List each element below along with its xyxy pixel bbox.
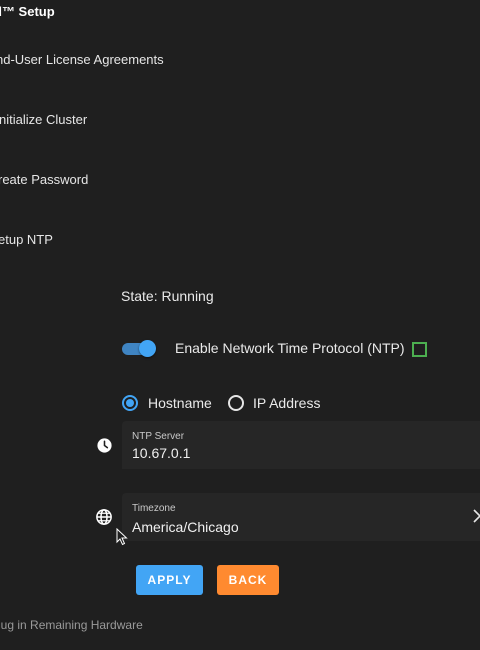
mouse-cursor-icon [116,528,128,546]
step-setup-ntp[interactable]: etup NTP [0,232,53,247]
timezone-select[interactable]: America/Chicago [132,519,239,535]
globe-icon [95,508,113,526]
back-button[interactable]: BACK [217,565,279,595]
step-create-password[interactable]: reate Password [0,172,88,187]
timezone-label: Timezone [132,503,176,514]
step-initialize-cluster[interactable]: nitialize Cluster [0,112,87,127]
step-plug-in-hardware[interactable]: lug in Remaining Hardware [0,618,143,632]
radio-hostname[interactable] [122,395,138,411]
radio-ip-address-label[interactable]: IP Address [253,395,320,411]
ntp-status-checkbox[interactable] [412,342,427,357]
ntp-server-input[interactable]: 10.67.0.1 [132,445,190,461]
radio-hostname-label[interactable]: Hostname [148,395,212,411]
radio-selected-dot [126,399,134,407]
ntp-enable-label: Enable Network Time Protocol (NTP) [175,340,405,356]
chevron-right-icon[interactable] [472,509,480,523]
ntp-server-field[interactable]: NTP Server 10.67.0.1 [122,421,480,469]
toggle-knob [139,340,156,357]
clock-icon [96,437,113,454]
ntp-state: State: Running [121,288,214,304]
ntp-server-label: NTP Server [132,431,185,442]
radio-ip-address[interactable] [228,395,244,411]
apply-button[interactable]: APPLY [136,565,203,595]
timezone-field[interactable]: Timezone America/Chicago [122,493,480,541]
ntp-enable-toggle[interactable] [122,340,156,357]
app-title: d™ Setup [0,4,55,19]
step-license-agreements[interactable]: nd-User License Agreements [0,52,164,67]
